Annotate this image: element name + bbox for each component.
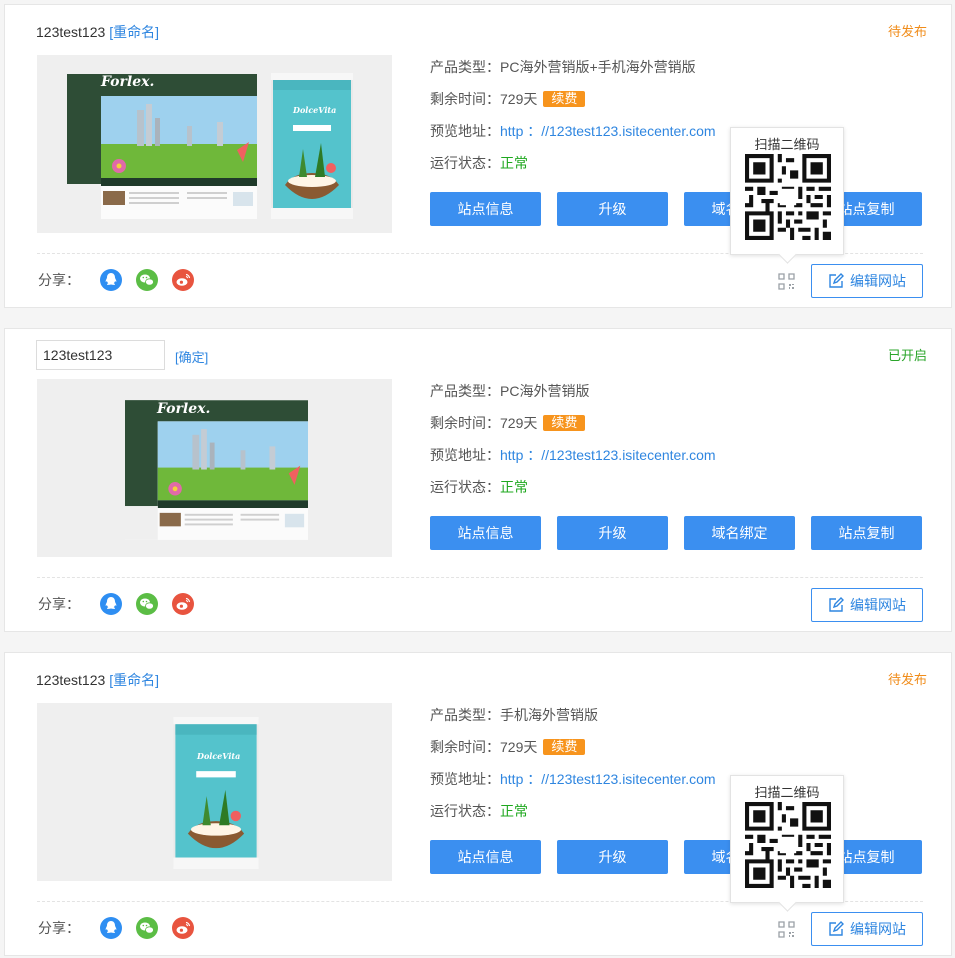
edit-site-button[interactable]: 编辑网站: [811, 588, 923, 622]
confirm-link[interactable]: [确定]: [175, 347, 208, 366]
product-type-row: 产品类型： PC海外营销版+手机海外营销版: [430, 55, 716, 87]
wechat-share-icon[interactable]: [136, 917, 158, 939]
site-name: 123test123: [36, 24, 106, 40]
preview-url-link[interactable]: http ：//123test123.isitecenter.com: [500, 443, 716, 467]
pc-preview-image: [125, 400, 308, 540]
product-type-value: 手机海外营销版: [500, 707, 598, 723]
run-status-row: 运行状态： 正常: [430, 799, 716, 831]
rename-link[interactable]: [重命名]: [109, 22, 159, 42]
qr-popup: 扫描二维码: [730, 127, 844, 255]
share-label: 分享：: [38, 596, 80, 612]
edit-site-button[interactable]: 编辑网站: [811, 912, 923, 946]
share-label: 分享：: [38, 920, 80, 936]
qr-code-image: [745, 154, 831, 240]
site-card-3: 123test123 [重命名] 待发布 DolceVita 产品类型： 手机海外…: [4, 652, 952, 956]
upgrade-button[interactable]: 升级: [557, 192, 668, 226]
site-preview: Forlex. DolceVita: [37, 55, 392, 233]
renew-button[interactable]: 续费: [543, 91, 586, 107]
remaining-value: 729天: [500, 739, 538, 755]
qr-popup-title: 扫描二维码: [754, 137, 820, 152]
mobile-preview-image: [172, 717, 260, 869]
share-label: 分享：: [38, 272, 80, 288]
qq-share-icon[interactable]: [100, 593, 122, 615]
run-status-value: 正常: [500, 479, 528, 495]
pc-logo: Forlex.: [157, 401, 211, 417]
site-card-1: 123test123 [重命名] 待发布 Forlex. DolceVita 产…: [4, 4, 952, 308]
wechat-share-icon[interactable]: [136, 593, 158, 615]
product-type-value: PC海外营销版: [500, 383, 590, 399]
site-name: 123test123: [36, 672, 106, 688]
remaining-value: 729天: [500, 91, 538, 107]
site-name-row: 123test123 [重命名]: [36, 670, 159, 690]
share-bar: 分享：: [38, 593, 194, 615]
site-name-row: 123test123 [重命名]: [36, 22, 159, 42]
qr-popup: 扫描二维码: [730, 775, 844, 903]
wechat-share-icon[interactable]: [136, 269, 158, 291]
weibo-share-icon[interactable]: [172, 917, 194, 939]
site-info: 产品类型： PC海外营销版 剩余时间： 729天 续费 预览地址： http ：//12…: [430, 379, 716, 507]
action-buttons: 站点信息 升级 域名绑定 站点复制: [430, 192, 938, 226]
remaining-row: 剩余时间： 729天 续费: [430, 411, 716, 443]
status-badge: 待发布: [887, 672, 927, 687]
mobile-logo: DolceVita: [197, 751, 241, 761]
action-buttons: 站点信息 升级 域名绑定 站点复制: [430, 840, 938, 874]
qq-share-icon[interactable]: [100, 917, 122, 939]
qr-code-icon[interactable]: [778, 921, 795, 938]
preview-url-link[interactable]: http ：//123test123.isitecenter.com: [500, 767, 716, 791]
remaining-row: 剩余时间： 729天 续费: [430, 735, 716, 767]
run-status-row: 运行状态： 正常: [430, 151, 716, 183]
site-preview: DolceVita: [37, 703, 392, 881]
site-card-2: [确定] 已开启 Forlex. 产品类型：PC海外营销版 剩余时间：729天续…: [4, 328, 952, 632]
site-name-input[interactable]: [36, 340, 165, 370]
site-info-button[interactable]: 站点信息: [430, 192, 541, 226]
remaining-value: 729天: [500, 415, 538, 431]
product-type-row: 产品类型： 手机海外营销版: [430, 703, 716, 735]
qr-code-icon[interactable]: [778, 273, 795, 290]
run-status-value: 正常: [500, 155, 528, 171]
preview-url-row: 预览地址： http ：//123test123.isitecenter.com: [430, 443, 716, 475]
remaining-row: 剩余时间： 729天 续费: [430, 87, 716, 119]
weibo-share-icon[interactable]: [172, 269, 194, 291]
qr-code-image: [745, 802, 831, 888]
preview-url-row: 预览地址： http ：//123test123.isitecenter.com: [430, 119, 716, 151]
pc-preview-image: [67, 74, 257, 219]
site-info-button[interactable]: 站点信息: [430, 516, 541, 550]
product-type-value: PC海外营销版+手机海外营销版: [500, 59, 696, 75]
run-status-value: 正常: [500, 803, 528, 819]
upgrade-button[interactable]: 升级: [557, 840, 668, 874]
preview-url-row: 预览地址： http ：//123test123.isitecenter.com: [430, 767, 716, 799]
renew-button[interactable]: 续费: [543, 415, 586, 431]
site-preview: Forlex.: [37, 379, 392, 557]
divider: [37, 577, 923, 578]
renew-button[interactable]: 续费: [543, 739, 586, 755]
share-bar: 分享：: [38, 269, 194, 291]
status-badge: 待发布: [887, 24, 927, 39]
qq-share-icon[interactable]: [100, 269, 122, 291]
edit-icon: [828, 273, 844, 289]
site-info: 产品类型： PC海外营销版+手机海外营销版 剩余时间： 729天 续费 预览地址： ht…: [430, 55, 716, 183]
qr-popup-title: 扫描二维码: [754, 785, 820, 800]
site-info-button[interactable]: 站点信息: [430, 840, 541, 874]
run-status-row: 运行状态： 正常: [430, 475, 716, 507]
edit-icon: [828, 597, 844, 613]
edit-icon: [828, 921, 844, 937]
upgrade-button[interactable]: 升级: [557, 516, 668, 550]
domain-bind-button[interactable]: 域名绑定: [684, 516, 795, 550]
status-badge: 已开启: [887, 348, 927, 363]
site-info: 产品类型： 手机海外营销版 剩余时间： 729天 续费 预览地址： http ：//12…: [430, 703, 716, 831]
weibo-share-icon[interactable]: [172, 593, 194, 615]
mobile-preview-image: [271, 73, 353, 219]
preview-url-link[interactable]: http ：//123test123.isitecenter.com: [500, 119, 716, 143]
mobile-logo: DolceVita: [293, 105, 337, 115]
action-buttons: 站点信息 升级 域名绑定 站点复制: [430, 516, 938, 550]
rename-link[interactable]: [重命名]: [109, 670, 159, 690]
pc-logo: Forlex.: [101, 74, 155, 90]
edit-site-button[interactable]: 编辑网站: [811, 264, 923, 298]
site-copy-button[interactable]: 站点复制: [811, 516, 922, 550]
share-bar: 分享：: [38, 917, 194, 939]
product-type-row: 产品类型： PC海外营销版: [430, 379, 716, 411]
